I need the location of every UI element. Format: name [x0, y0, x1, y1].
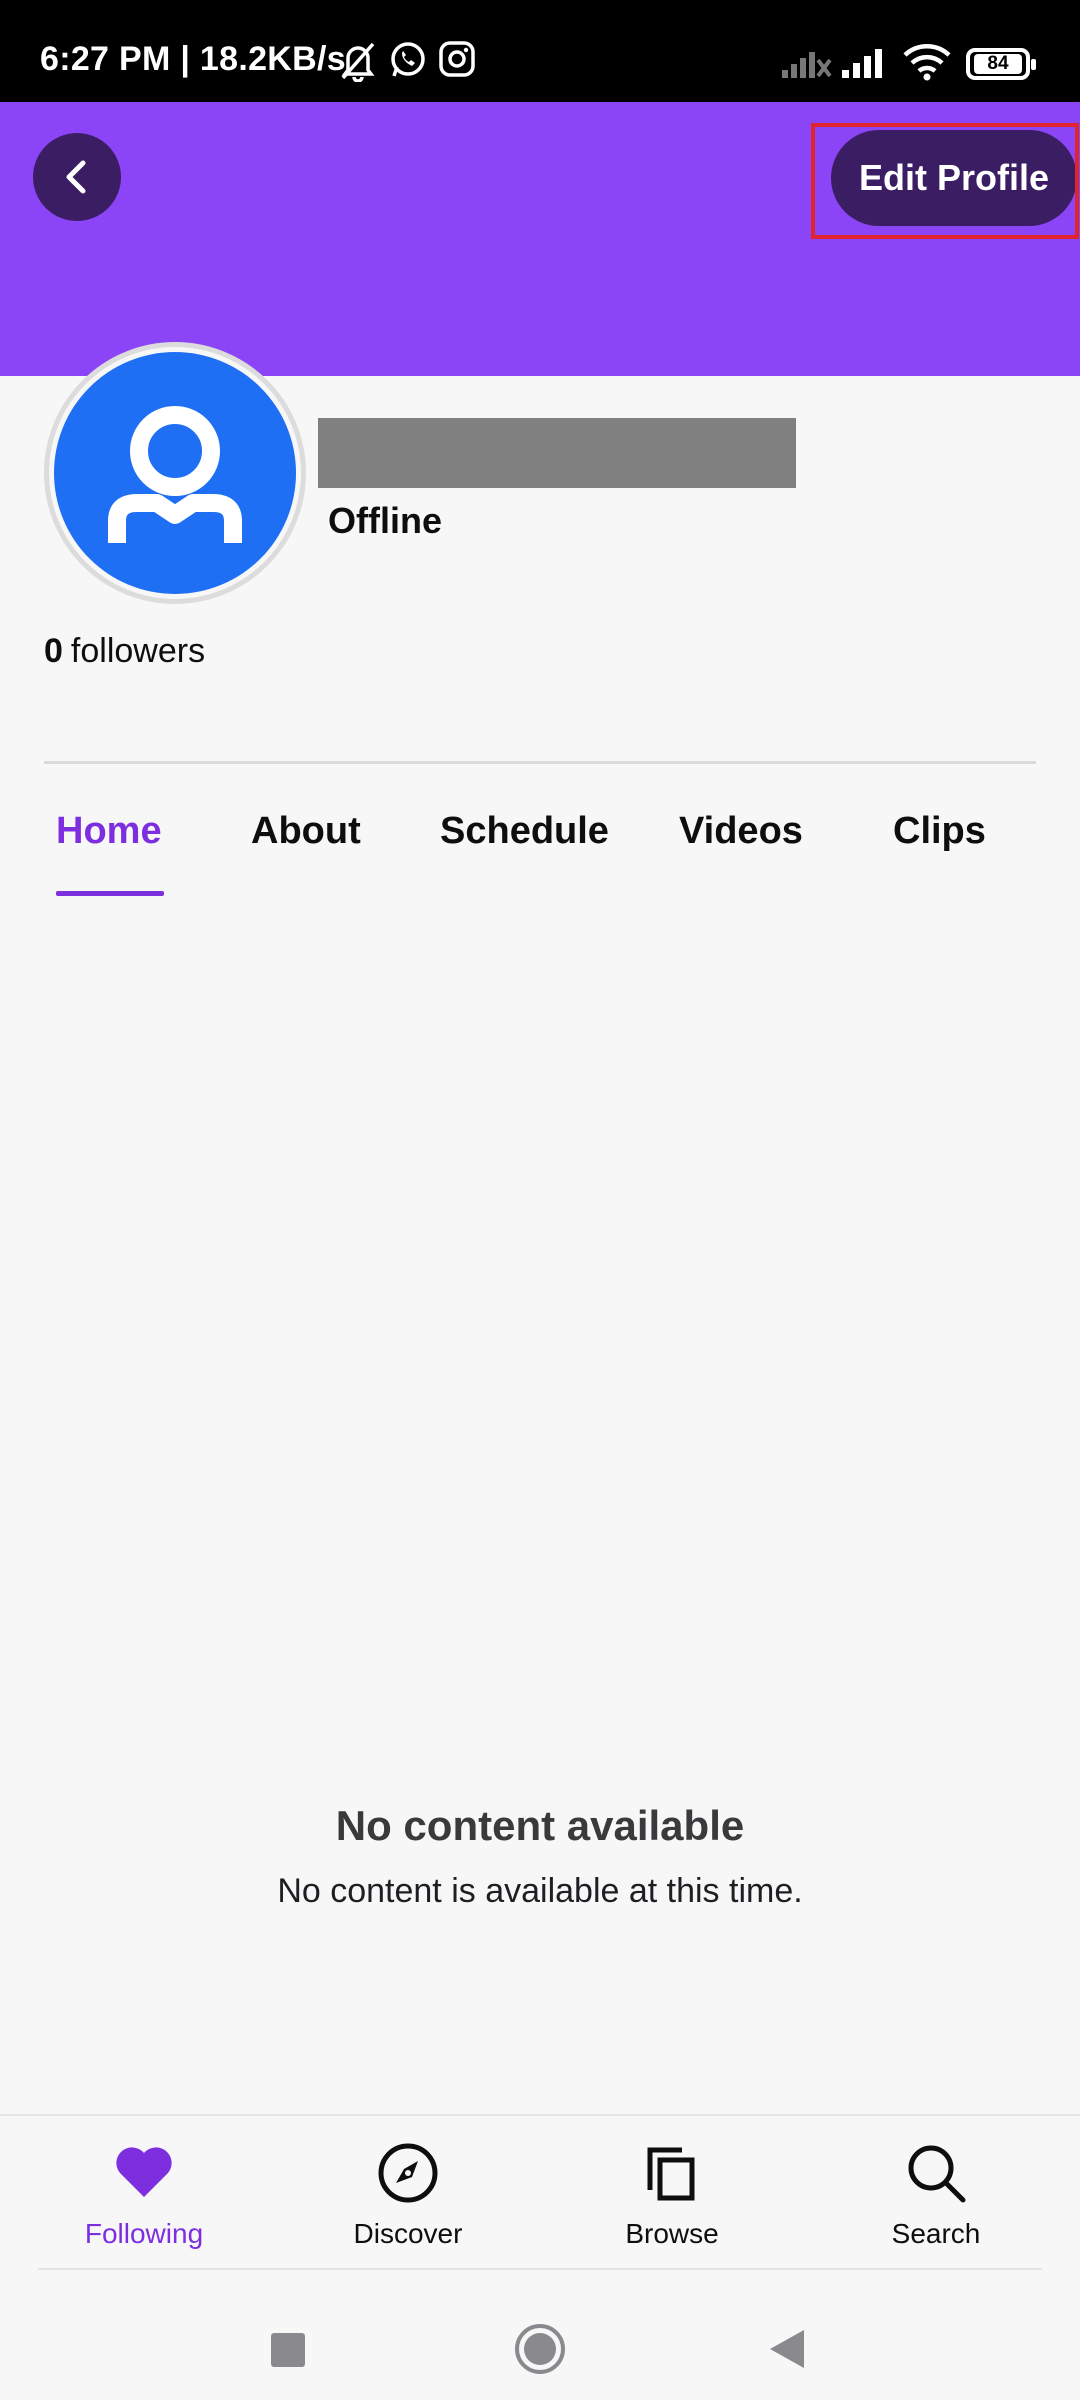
empty-state-subtitle: No content is available at this time. — [277, 1872, 803, 1910]
instagram-icon — [438, 40, 476, 83]
compass-icon — [378, 2143, 438, 2203]
wifi-icon — [902, 42, 952, 87]
empty-state-title: No content available — [335, 1802, 745, 1849]
nav-following-label: Following — [84, 2218, 204, 2249]
back-triangle-icon[interactable] — [766, 2328, 808, 2370]
followers-count: 0 followers — [44, 632, 205, 671]
nav-discover[interactable]: Discover — [298, 2140, 518, 2250]
nav-browse[interactable]: Browse — [562, 2140, 782, 2250]
signal-off-icon — [780, 46, 832, 85]
search-icon — [908, 2145, 966, 2203]
avatar[interactable] — [54, 352, 296, 594]
active-tab-indicator — [56, 891, 164, 896]
recents-icon[interactable] — [270, 2332, 306, 2368]
nav-search-label: Search — [891, 2218, 981, 2249]
live-status: Offline — [328, 500, 442, 541]
status-bar: 6:27 PM | 18.2KB/s 84 — [0, 0, 1080, 102]
heart-icon — [116, 2147, 172, 2197]
tab-about[interactable]: About — [251, 810, 361, 853]
whatsapp-icon — [388, 40, 428, 85]
signal-icon — [840, 46, 890, 85]
followers-number: 0 — [44, 632, 63, 670]
tab-videos[interactable]: Videos — [679, 810, 803, 853]
tab-schedule[interactable]: Schedule — [440, 810, 609, 853]
battery-icon: 84 — [966, 48, 1036, 80]
nav-search[interactable]: Search — [826, 2140, 1046, 2250]
user-icon — [108, 406, 242, 543]
home-circle-icon[interactable] — [513, 2322, 567, 2376]
username-redacted — [318, 418, 796, 488]
status-time: 6:27 PM | 18.2KB/s — [40, 40, 346, 78]
chevron-left-icon — [66, 160, 86, 194]
nav-discover-label: Discover — [353, 2218, 463, 2249]
mute-icon — [338, 40, 378, 87]
back-button[interactable] — [33, 133, 121, 221]
battery-level: 84 — [974, 53, 1022, 74]
followers-label: followers — [70, 632, 206, 670]
nav-following[interactable]: Following — [34, 2140, 254, 2250]
system-nav-bar — [0, 2272, 1080, 2400]
highlight-box — [811, 123, 1079, 239]
nav-separator — [38, 2268, 1042, 2270]
tab-home[interactable]: Home — [56, 810, 162, 853]
tab-clips[interactable]: Clips — [893, 810, 986, 853]
browse-icon — [647, 2147, 695, 2201]
divider — [44, 761, 1036, 764]
nav-browse-label: Browse — [625, 2218, 719, 2249]
